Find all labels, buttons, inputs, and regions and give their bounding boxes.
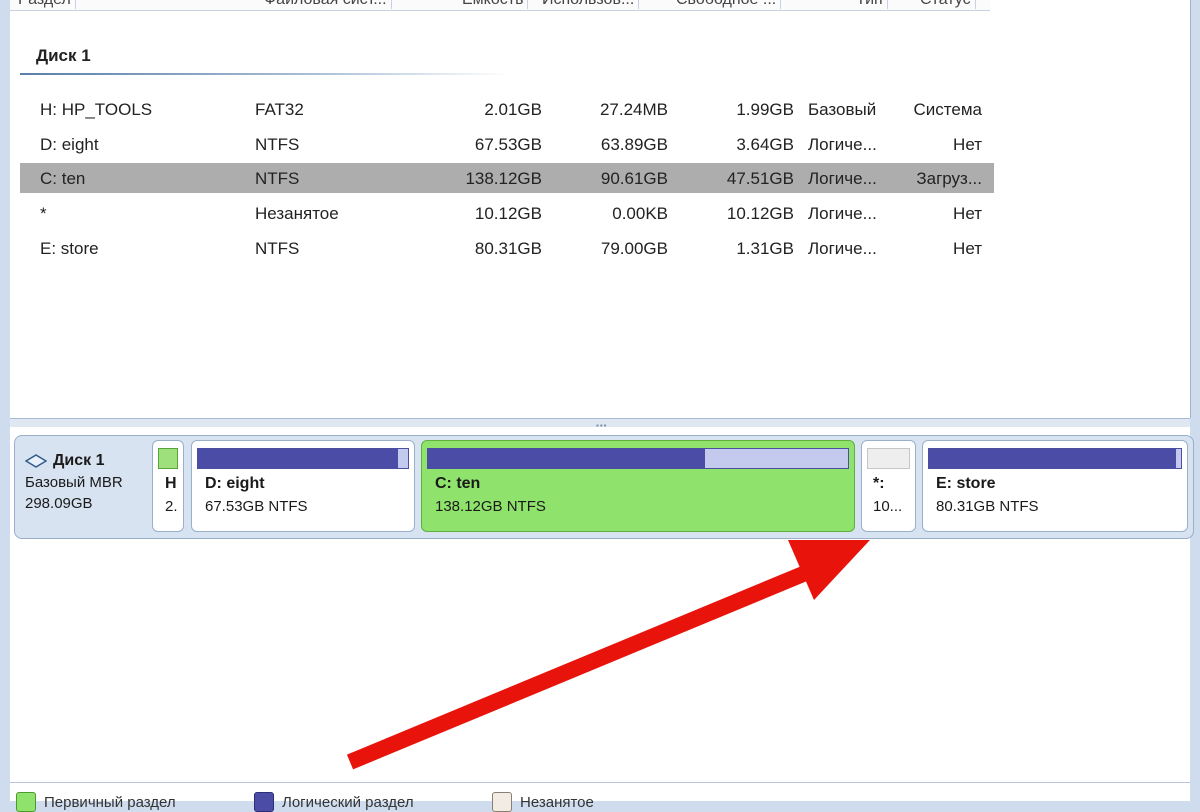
legend-unallocated: Незанятое bbox=[492, 792, 594, 812]
legend-unallocated-swatch bbox=[492, 792, 512, 812]
legend-primary-label: Первичный раздел bbox=[44, 793, 176, 811]
legend-logical-swatch bbox=[254, 792, 274, 812]
window: Раздел Файловая сист... Ёмкость Использо… bbox=[0, 0, 1200, 812]
legend-logical-label: Логический раздел bbox=[282, 793, 414, 811]
legend-primary: Первичный раздел bbox=[16, 792, 176, 812]
legend-unallocated-label: Незанятое bbox=[520, 793, 594, 811]
annotation-arrow-icon bbox=[346, 540, 870, 770]
legend: Первичный раздел Логический раздел Незан… bbox=[10, 782, 1190, 812]
legend-primary-swatch bbox=[16, 792, 36, 812]
legend-logical: Логический раздел bbox=[254, 792, 414, 812]
